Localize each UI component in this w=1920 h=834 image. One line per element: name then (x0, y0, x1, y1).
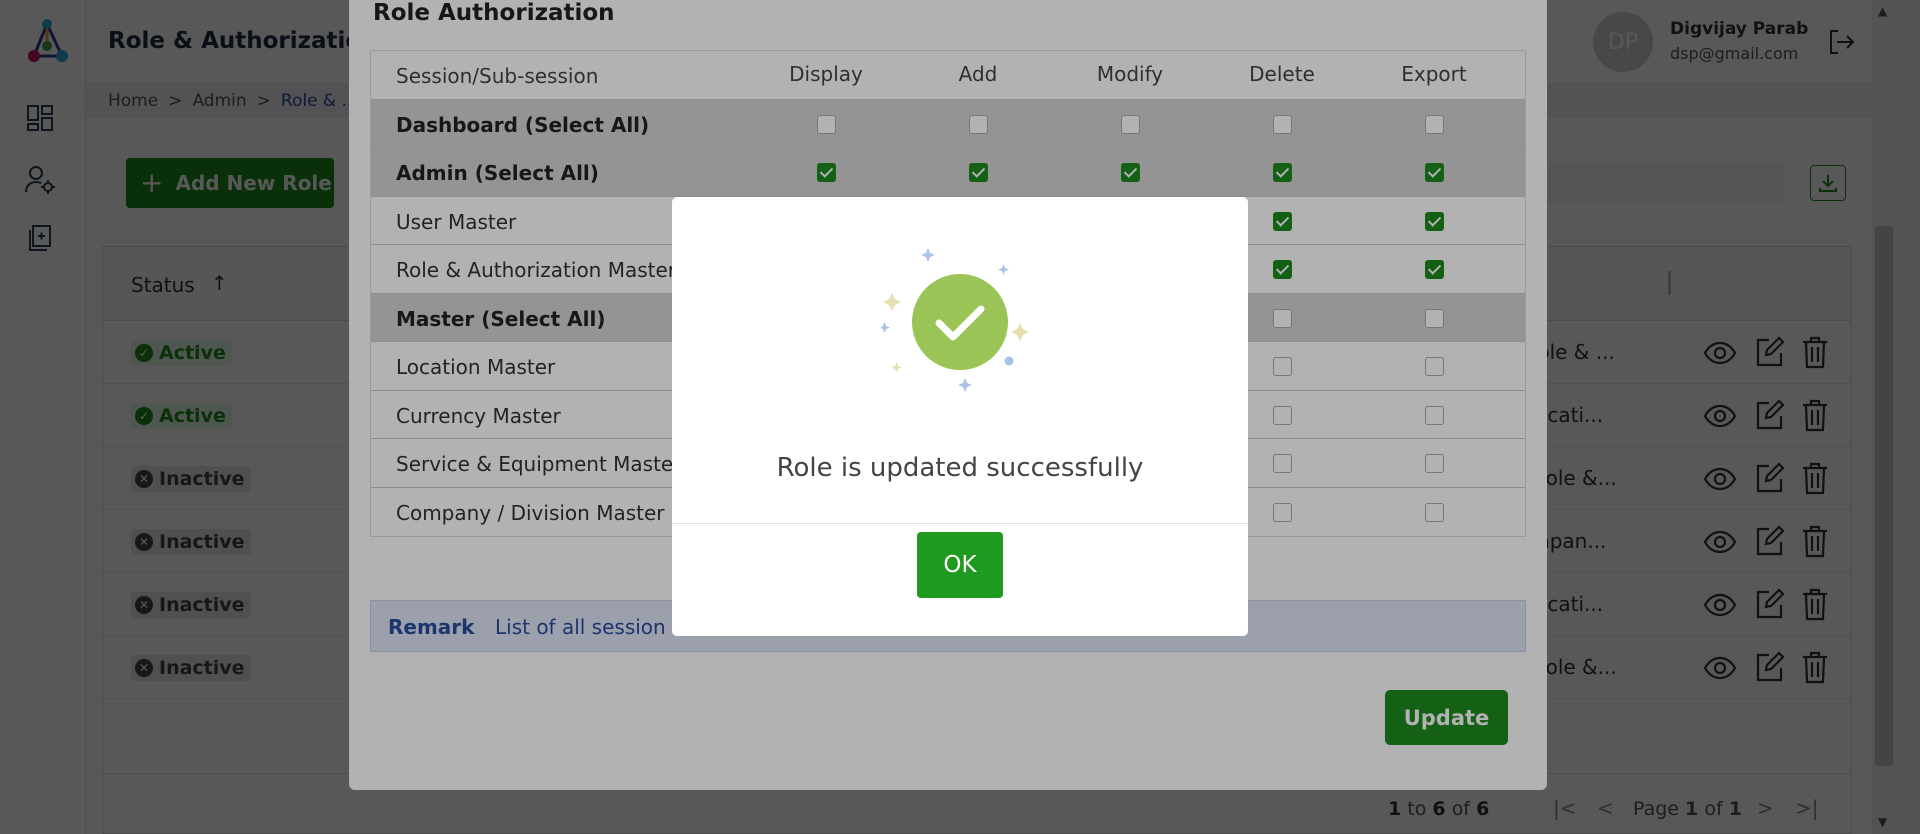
dialog-divider (672, 523, 1248, 524)
success-dialog: Role is updated successfully OK (672, 197, 1248, 636)
success-check-icon (881, 248, 1029, 392)
ok-button[interactable]: OK (917, 532, 1003, 598)
dialog-message: Role is updated successfully (776, 453, 1144, 483)
